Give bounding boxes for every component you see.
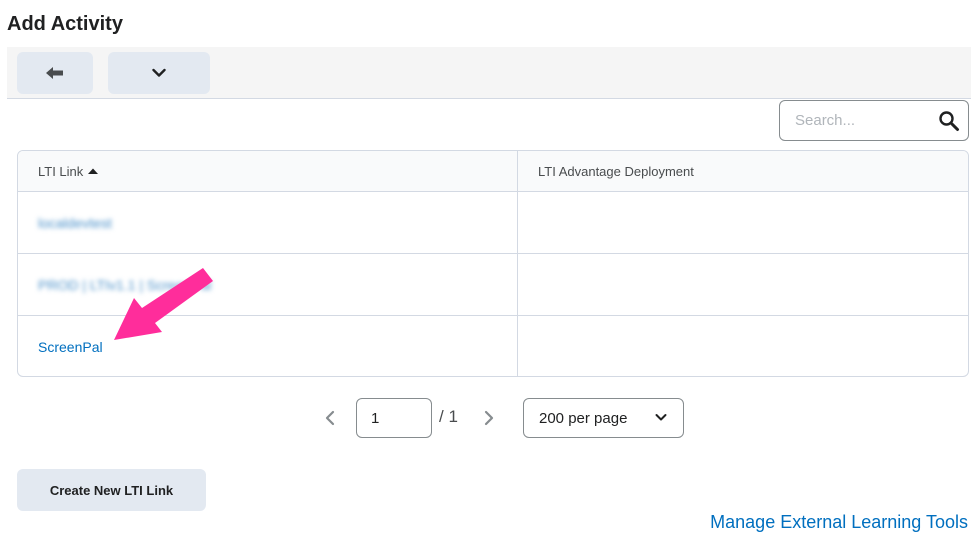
back-button[interactable] (17, 52, 93, 94)
pagination: / 1 200 per page (0, 398, 971, 440)
table-row: PROD | LTIv1.1 | ScreenPal (18, 254, 968, 316)
page-size-value: 200 per page (539, 409, 628, 427)
search-icon (939, 111, 959, 131)
page-title: Add Activity (7, 13, 123, 35)
table-cell: PROD | LTIv1.1 | ScreenPal (18, 254, 518, 315)
previous-page-button[interactable] (321, 408, 339, 428)
total-pages: / 1 (439, 407, 458, 426)
create-new-lti-link-button[interactable]: Create New LTI Link (17, 469, 206, 511)
chevron-left-icon (325, 410, 335, 426)
search-box (779, 100, 969, 141)
column-header-lti-link: LTI Link (18, 151, 518, 191)
chevron-down-icon (152, 68, 166, 77)
sort-ascending-icon (88, 168, 99, 174)
search-button[interactable] (938, 110, 960, 132)
column-header-deployment: LTI Advantage Deployment (518, 151, 968, 191)
lti-links-table: LTI Link LTI Advantage Deployment locald… (17, 150, 969, 377)
chevron-down-icon (655, 414, 667, 421)
toolbar (7, 47, 971, 99)
column-header-label: LTI Advantage Deployment (538, 163, 694, 179)
next-page-button[interactable] (480, 408, 498, 428)
table-cell: ScreenPal (18, 316, 518, 376)
search-input[interactable] (781, 102, 931, 139)
table-cell (518, 192, 968, 253)
table-cell: localdevtest (18, 192, 518, 253)
column-header-label: LTI Link (38, 163, 84, 179)
table-cell (518, 316, 968, 376)
table-header: LTI Link LTI Advantage Deployment (18, 151, 968, 192)
lti-link-screenpal[interactable]: ScreenPal (38, 339, 103, 355)
table-row: localdevtest (18, 192, 968, 254)
chevron-right-icon (484, 410, 494, 426)
table-row: ScreenPal (18, 316, 968, 376)
more-options-button[interactable] (108, 52, 210, 94)
page-number-input[interactable] (356, 398, 432, 438)
table-cell (518, 254, 968, 315)
page-size-select[interactable]: 200 per page (523, 398, 684, 438)
lti-link-prod-screenpal[interactable]: PROD | LTIv1.1 | ScreenPal (38, 277, 212, 293)
sort-lti-link-button[interactable]: LTI Link (38, 164, 99, 179)
lti-link-localdevtest[interactable]: localdevtest (38, 215, 112, 231)
back-arrow-icon (46, 67, 63, 79)
manage-external-learning-tools-link[interactable]: Manage External Learning Tools (710, 512, 968, 533)
